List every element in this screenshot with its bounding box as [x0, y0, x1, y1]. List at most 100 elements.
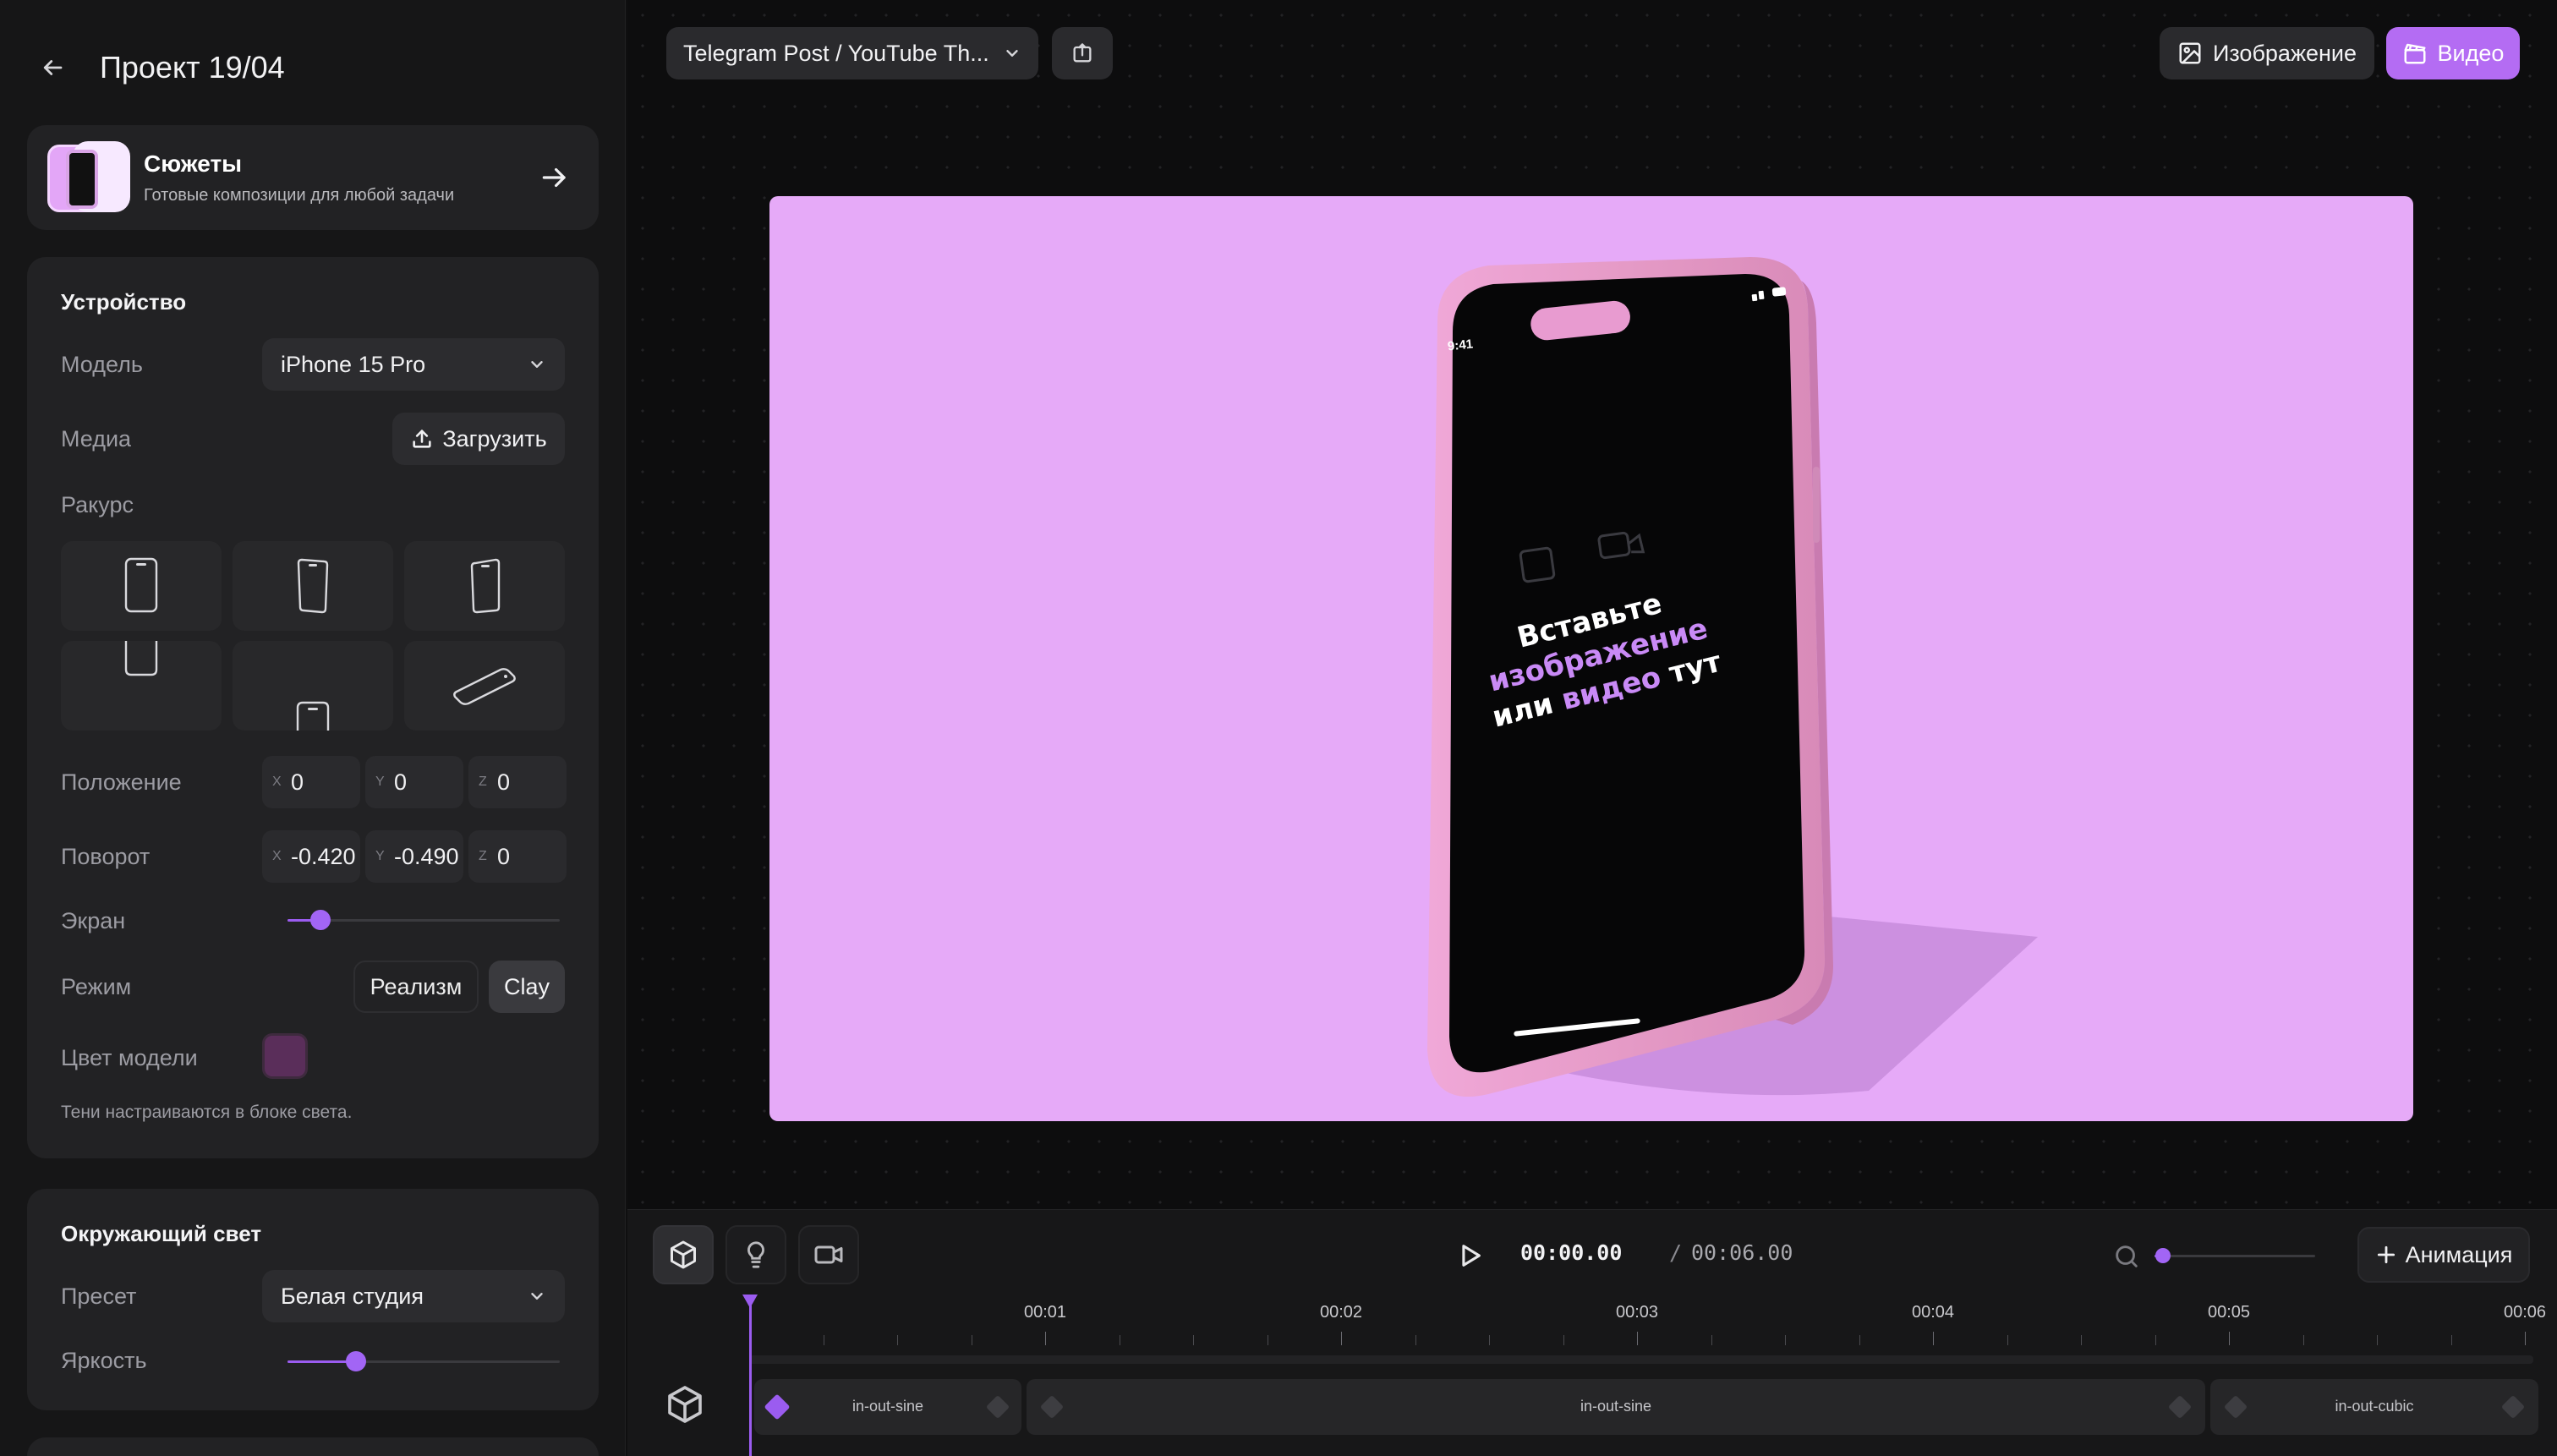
export-button[interactable]: [1052, 27, 1113, 79]
zoom-slider[interactable]: [2155, 1245, 2315, 1266]
rotation-y-input[interactable]: Y -0.490: [365, 830, 463, 883]
mode-label: Режим: [61, 974, 132, 999]
tab-camera[interactable]: [798, 1225, 859, 1284]
add-animation-button[interactable]: Анимация: [2357, 1227, 2530, 1283]
rotation-z-input[interactable]: Z0: [468, 830, 567, 883]
angle-label: Ракурс: [61, 492, 134, 517]
image-mode-button[interactable]: Изображение: [2160, 27, 2374, 79]
keyframe-marker[interactable]: [1039, 1394, 1065, 1420]
position-fields: X0 Y0 Z0: [262, 756, 567, 808]
light-preset-select[interactable]: Белая студия: [262, 1270, 565, 1322]
preset-label: Пресет: [61, 1284, 137, 1309]
ruler-tick: [1341, 1332, 1342, 1345]
angle-bottom-crop[interactable]: [233, 641, 393, 731]
angle-lying[interactable]: [404, 641, 565, 731]
scenes-card[interactable]: Сюжеты Готовые композиции для любой зада…: [27, 125, 599, 230]
rotation-z-value: 0: [497, 843, 511, 869]
rotation-y-value: -0.490: [394, 843, 459, 869]
keyframe-marker[interactable]: [764, 1393, 791, 1420]
position-x-input[interactable]: X0: [262, 756, 360, 808]
angle-front[interactable]: [61, 541, 222, 631]
ruler-tick: [1193, 1335, 1194, 1345]
keyframe-marker[interactable]: [2167, 1394, 2193, 1420]
clapperboard-icon: [2404, 43, 2426, 64]
phone-front-icon: [124, 557, 158, 613]
axis-x-label: X: [272, 849, 282, 863]
back-button[interactable]: [29, 44, 76, 91]
keyframe-marker[interactable]: [985, 1394, 1010, 1420]
angle-top-crop[interactable]: [61, 641, 222, 731]
device-panel: Устройство Модель iPhone 15 Pro Медиа За…: [27, 257, 599, 1158]
tab-light[interactable]: [725, 1225, 786, 1284]
animation-segment[interactable]: in-out-cubic: [2210, 1379, 2538, 1435]
position-label: Положение: [61, 769, 182, 795]
model-color-swatch[interactable]: [262, 1033, 308, 1079]
screen-slider[interactable]: [287, 910, 560, 930]
mode-realism-button[interactable]: Реализм: [353, 961, 479, 1013]
play-icon: [1462, 1245, 1481, 1267]
zoom-slider-knob[interactable]: [2155, 1248, 2171, 1263]
ruler-tick: [1415, 1335, 1416, 1345]
timeline-scrub-bar[interactable]: [749, 1355, 2533, 1364]
model-select-value: iPhone 15 Pro: [281, 351, 426, 377]
axis-x-label: X: [272, 775, 282, 789]
timeline-tabs: [653, 1225, 859, 1284]
mode-clay-button[interactable]: Clay: [489, 961, 565, 1013]
phone-lying-icon: [453, 668, 516, 705]
phone-status-time: 9:41: [1447, 337, 1474, 354]
phone-angled-icon: [297, 558, 329, 614]
position-x-value: 0: [291, 769, 304, 795]
screen-slider-knob[interactable]: [309, 910, 331, 930]
angle-three-quarter-right[interactable]: [404, 541, 565, 631]
model-select[interactable]: iPhone 15 Pro: [262, 338, 565, 391]
image-icon: [2179, 42, 2201, 64]
video-mode-button[interactable]: Видео: [2386, 27, 2520, 79]
brightness-slider-knob[interactable]: [345, 1351, 366, 1371]
position-z-value: 0: [497, 769, 511, 795]
preview-canvas[interactable]: 9:41 Вставьте изображение или видео тут: [769, 196, 2413, 1121]
ruler-tick: [2377, 1335, 2378, 1345]
rotation-label: Поворот: [61, 844, 151, 869]
ruler-time-label: 00:02: [1319, 1303, 1363, 1322]
chevron-down-icon: [1006, 50, 1018, 57]
phone-bottom-crop-icon: [124, 641, 158, 676]
image-mode-label: Изображение: [2212, 40, 2357, 66]
scenes-open-button[interactable]: [531, 154, 578, 201]
timeline: 00:00.00 / 00:06.00 Анимация 00:01 00:02 0…: [627, 1209, 2557, 1456]
chevron-down-icon: [531, 1293, 543, 1300]
segment-easing-label: in-out-sine: [1580, 1398, 1652, 1415]
share-icon: [1073, 43, 1092, 63]
animation-segment[interactable]: in-out-sine: [1027, 1379, 2205, 1435]
ruler-tick: [2155, 1335, 2156, 1345]
ruler-tick: [1045, 1332, 1046, 1345]
model-color-label: Цвет модели: [61, 1045, 198, 1070]
ruler-tick: [1489, 1335, 1490, 1345]
position-y-value: 0: [394, 769, 408, 795]
keyframe-marker[interactable]: [2223, 1394, 2248, 1420]
ruler-tick: [2081, 1335, 2082, 1345]
model-label: Модель: [61, 352, 143, 377]
animation-segment[interactable]: in-out-sine: [754, 1379, 1021, 1435]
ruler-time-label: 00:03: [1615, 1303, 1659, 1322]
position-z-input[interactable]: Z0: [468, 756, 567, 808]
device-track-icon: [668, 1386, 702, 1423]
angle-three-quarter-left[interactable]: [233, 541, 393, 631]
playhead[interactable]: [742, 1295, 758, 1456]
segment-easing-label: in-out-cubic: [2335, 1398, 2414, 1415]
keyframe-marker[interactable]: [2500, 1394, 2526, 1420]
ruler-tick: [897, 1335, 898, 1345]
format-select[interactable]: Telegram Post / YouTube Th...: [666, 27, 1038, 79]
total-time: 00:06.00: [1691, 1240, 1793, 1265]
ruler-time-label: 00:01: [1023, 1303, 1067, 1322]
tab-device[interactable]: [653, 1225, 714, 1284]
upload-button[interactable]: Загрузить: [392, 413, 565, 465]
next-panel: [27, 1437, 599, 1456]
position-y-input[interactable]: Y0: [365, 756, 463, 808]
media-label: Медиа: [61, 426, 132, 452]
timeline-ruler[interactable]: 00:01 00:02 00:03 00:04 00:05 00:06: [749, 1301, 2546, 1364]
rotation-x-input[interactable]: X -0.420: [262, 830, 360, 883]
play-button[interactable]: [1448, 1234, 1492, 1278]
shadow-hint: Тени настраиваются в блоке света.: [61, 1103, 353, 1122]
app-root: Проект 19/04 Сюжеты Готовые композиции д…: [0, 0, 2557, 1456]
brightness-slider[interactable]: [287, 1351, 560, 1371]
